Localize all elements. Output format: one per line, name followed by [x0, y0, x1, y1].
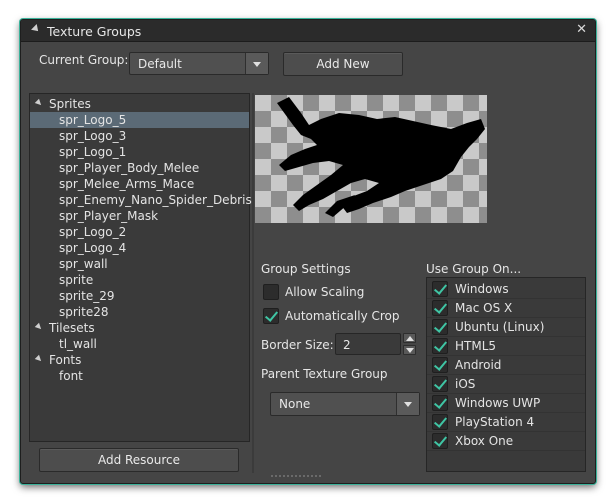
- platform-item[interactable]: PlayStation 4: [427, 413, 585, 432]
- tree-item[interactable]: spr_Melee_Arms_Mace: [30, 176, 249, 192]
- platform-item[interactable]: Android: [427, 356, 585, 375]
- tree-item-label: tl_wall: [59, 337, 97, 351]
- automatically-crop-label: Automatically Crop: [285, 309, 400, 323]
- parent-texture-group-value: None: [279, 397, 311, 411]
- platform-label: HTML5: [455, 339, 497, 353]
- tree-item[interactable]: sprite_29: [30, 288, 249, 304]
- tree-item[interactable]: spr_Enemy_Nano_Spider_Debris: [30, 192, 252, 208]
- tree-item-label: spr_Logo_2: [59, 225, 127, 239]
- border-size-label: Border Size:: [261, 338, 334, 352]
- platform-item[interactable]: Windows: [427, 280, 585, 299]
- parent-texture-group-label: Parent Texture Group: [261, 367, 388, 381]
- platform-list[interactable]: Windows Mac OS X Ubuntu (Linux) HTML5 Androi…: [426, 277, 586, 472]
- tree-item-label: spr_Logo_1: [59, 145, 127, 159]
- allow-scaling-label: Allow Scaling: [285, 285, 365, 299]
- platform-label: PlayStation 4: [455, 415, 535, 429]
- platform-item[interactable]: Ubuntu (Linux): [427, 318, 585, 337]
- platform-label: Mac OS X: [455, 301, 513, 315]
- spin-down-icon[interactable]: [403, 345, 416, 355]
- platform-checkbox[interactable]: [432, 300, 448, 316]
- platform-item[interactable]: iOS: [427, 375, 585, 394]
- platform-label: Xbox One: [455, 434, 514, 448]
- border-size-value: 2: [343, 338, 351, 352]
- texture-groups-window: Texture Groups ✕ Current Group: Default …: [20, 19, 596, 484]
- border-size-input[interactable]: 2: [335, 333, 401, 355]
- texture-preview: [255, 95, 487, 223]
- tree-item-label: spr_Player_Body_Melee: [59, 161, 200, 175]
- tree-item[interactable]: font: [30, 368, 249, 384]
- tree-item[interactable]: spr_Logo_5: [30, 112, 249, 128]
- tree-item-label: spr_Player_Mask: [59, 209, 159, 223]
- tree-group-sprites[interactable]: Sprites: [30, 96, 249, 112]
- sprite-silhouette-image: [277, 97, 485, 217]
- platform-label: Windows: [455, 282, 509, 296]
- tree-item[interactable]: tl_wall: [30, 336, 249, 352]
- panel-divider[interactable]: [252, 93, 254, 473]
- tree-group-label: Tilesets: [49, 321, 95, 335]
- platform-label: Windows UWP: [455, 396, 541, 410]
- tree-item[interactable]: spr_wall: [30, 256, 249, 272]
- add-new-button[interactable]: Add New: [283, 52, 403, 76]
- tree-group-tilesets[interactable]: Tilesets: [30, 320, 249, 336]
- platform-checkbox[interactable]: [432, 281, 448, 297]
- automatically-crop-checkbox[interactable]: [263, 308, 279, 324]
- platform-label: Ubuntu (Linux): [455, 320, 545, 334]
- tree-item-label: spr_Melee_Arms_Mace: [59, 177, 195, 191]
- platform-checkbox[interactable]: [432, 433, 448, 449]
- tree-item-label: spr_Enemy_Nano_Spider_Debris: [59, 193, 252, 207]
- chevron-down-icon[interactable]: [245, 53, 268, 74]
- expand-triangle-icon[interactable]: [34, 354, 44, 364]
- tree-item[interactable]: sprite: [30, 272, 249, 288]
- platform-item[interactable]: Xbox One: [427, 432, 585, 451]
- tree-item-label: sprite_29: [59, 289, 115, 303]
- current-group-value: Default: [138, 57, 182, 71]
- tree-group-label: Fonts: [49, 353, 82, 367]
- platform-checkbox[interactable]: [432, 338, 448, 354]
- add-resource-button[interactable]: Add Resource: [39, 448, 239, 472]
- tree-item-label: sprite28: [59, 305, 109, 319]
- current-group-label: Current Group:: [39, 53, 129, 67]
- platform-item[interactable]: Mac OS X: [427, 299, 585, 318]
- close-icon[interactable]: ✕: [576, 22, 587, 37]
- chevron-down-icon[interactable]: [396, 393, 419, 415]
- expand-triangle-icon[interactable]: [34, 322, 44, 332]
- tree-group-label: Sprites: [49, 97, 91, 111]
- spin-up-icon[interactable]: [403, 333, 416, 343]
- title-bar[interactable]: Texture Groups ✕: [21, 20, 595, 42]
- current-group-dropdown[interactable]: Default: [129, 52, 269, 75]
- tree-item-label: spr_Logo_3: [59, 129, 127, 143]
- expand-triangle-icon[interactable]: [34, 98, 44, 108]
- collapse-icon[interactable]: [31, 24, 41, 34]
- tree-group-fonts[interactable]: Fonts: [30, 352, 249, 368]
- platform-checkbox[interactable]: [432, 414, 448, 430]
- group-settings-heading: Group Settings: [261, 262, 351, 276]
- tree-item-label: spr_Logo_5: [59, 113, 127, 127]
- tree-item[interactable]: spr_Logo_4: [30, 240, 249, 256]
- tree-item[interactable]: spr_Player_Mask: [30, 208, 249, 224]
- tree-item-label: sprite: [59, 273, 94, 287]
- tree-item[interactable]: spr_Logo_1: [30, 144, 249, 160]
- platform-checkbox[interactable]: [432, 319, 448, 335]
- tree-item[interactable]: spr_Logo_2: [30, 224, 249, 240]
- tree-item-label: spr_wall: [59, 257, 108, 271]
- tree-item[interactable]: spr_Logo_3: [30, 128, 249, 144]
- platform-checkbox[interactable]: [432, 357, 448, 373]
- tree-item[interactable]: spr_Player_Body_Melee: [30, 160, 249, 176]
- resize-grip[interactable]: [271, 475, 321, 477]
- platform-label: iOS: [455, 377, 476, 391]
- tree-item[interactable]: sprite28: [30, 304, 249, 320]
- tree-item-label: font: [59, 369, 83, 383]
- platform-item[interactable]: Windows UWP: [427, 394, 585, 413]
- use-group-on-heading: Use Group On...: [426, 262, 522, 276]
- parent-texture-group-dropdown[interactable]: None: [270, 392, 420, 416]
- platform-checkbox[interactable]: [432, 376, 448, 392]
- window-title: Texture Groups: [47, 24, 142, 39]
- allow-scaling-checkbox[interactable]: [263, 284, 279, 300]
- platform-label: Android: [455, 358, 502, 372]
- platform-checkbox[interactable]: [432, 395, 448, 411]
- resource-tree[interactable]: Sprites spr_Logo_5 spr_Logo_3 spr_Logo_1spr…: [29, 93, 252, 442]
- tree-item-label: spr_Logo_4: [59, 241, 127, 255]
- platform-item[interactable]: HTML5: [427, 337, 585, 356]
